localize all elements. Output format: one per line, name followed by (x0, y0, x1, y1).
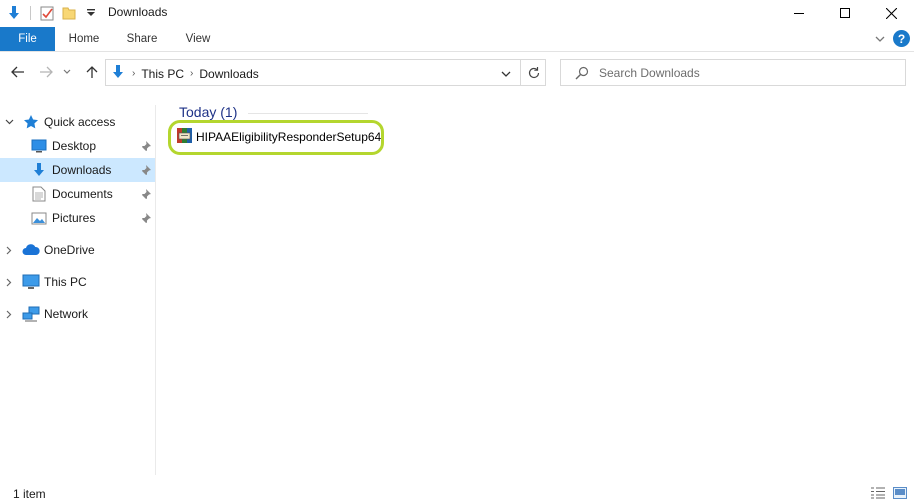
back-button[interactable] (8, 62, 28, 82)
chevron-right-icon[interactable] (4, 310, 14, 319)
details-view-icon[interactable] (870, 486, 886, 500)
computer-icon (22, 273, 40, 291)
network-icon (22, 305, 40, 323)
close-button[interactable] (868, 0, 914, 26)
maximize-button[interactable] (822, 0, 868, 26)
status-bar: 1 item (0, 484, 914, 504)
nav-item-label: This PC (44, 275, 87, 289)
title-bar: Downloads (0, 0, 914, 26)
nav-item-label: Pictures (52, 211, 96, 225)
minimize-button[interactable] (776, 0, 822, 26)
nav-item-this-pc[interactable]: This PC (0, 270, 155, 294)
window-controls (776, 0, 914, 26)
customize-dropdown-icon[interactable] (81, 3, 101, 23)
ribbon-tabs: File Home Share View ? (0, 27, 914, 52)
file-item[interactable]: HIPAAEligibilityResponderSetup64 (176, 127, 382, 147)
pin-icon (141, 140, 151, 154)
tab-file[interactable]: File (0, 27, 55, 51)
documents-icon (30, 185, 48, 203)
breadcrumb-downloads[interactable]: Downloads (199, 67, 258, 81)
nav-item-label: Quick access (44, 115, 116, 129)
pin-icon (141, 188, 151, 202)
search-box[interactable] (560, 59, 906, 86)
desktop-icon (30, 137, 48, 155)
nav-item-label: Documents (52, 187, 113, 201)
quick-access-toolbar (4, 3, 101, 23)
new-folder-icon[interactable] (59, 3, 79, 23)
expand-ribbon-icon[interactable] (875, 32, 885, 46)
address-row: › This PC › Downloads (0, 56, 914, 88)
nav-item-downloads[interactable]: Downloads (0, 158, 155, 182)
nav-item-onedrive[interactable]: OneDrive (0, 238, 155, 262)
nav-item-label: OneDrive (44, 243, 95, 257)
tab-view[interactable]: View (176, 27, 220, 51)
chevron-right-icon[interactable]: › (190, 68, 193, 79)
item-count: 1 item (13, 487, 46, 501)
properties-icon[interactable] (37, 3, 57, 23)
nav-item-label: Network (44, 307, 89, 321)
help-icon[interactable]: ? (893, 30, 910, 47)
chevron-right-icon[interactable] (4, 278, 14, 287)
window-title: Downloads (108, 5, 168, 19)
nav-item-label: Downloads (52, 163, 112, 177)
chevron-down-icon[interactable] (4, 119, 14, 125)
tab-share[interactable]: Share (119, 27, 165, 51)
nav-item-network[interactable]: Network (0, 302, 155, 326)
tab-home[interactable]: Home (61, 27, 107, 51)
down-arrow-icon[interactable] (4, 3, 24, 23)
chevron-right-icon[interactable]: › (132, 68, 135, 79)
pin-icon (141, 212, 151, 226)
group-divider (248, 113, 368, 114)
file-name: HIPAAEligibilityResponderSetup64 (196, 129, 382, 144)
refresh-button[interactable] (520, 59, 546, 86)
group-header[interactable]: Today (1) (179, 104, 237, 120)
address-bar[interactable]: › This PC › Downloads (105, 59, 546, 86)
pin-icon (141, 164, 151, 178)
chevron-right-icon[interactable] (4, 246, 14, 255)
nav-item-pictures[interactable]: Pictures (0, 206, 155, 230)
pictures-icon (30, 209, 48, 227)
breadcrumb-this-pc[interactable]: This PC (141, 67, 184, 81)
large-icons-view-icon[interactable] (892, 486, 908, 500)
nav-item-quick-access[interactable]: Quick access (0, 110, 155, 134)
recent-locations-button[interactable] (60, 62, 74, 82)
archive-installer-icon (176, 127, 193, 147)
forward-button[interactable] (36, 62, 56, 82)
star-icon (22, 113, 40, 131)
navigation-pane: Quick access Desktop Downloads Documents (0, 105, 156, 475)
up-button[interactable] (82, 62, 102, 82)
nav-item-documents[interactable]: Documents (0, 182, 155, 206)
downloads-location-icon (110, 64, 126, 83)
downloads-icon (30, 161, 48, 179)
nav-item-desktop[interactable]: Desktop (0, 134, 155, 158)
address-dropdown-icon[interactable] (501, 67, 511, 81)
search-input[interactable] (599, 64, 899, 82)
search-icon (575, 66, 589, 83)
nav-item-label: Desktop (52, 139, 97, 153)
toolbar-separator (30, 6, 31, 20)
cloud-icon (22, 241, 40, 259)
